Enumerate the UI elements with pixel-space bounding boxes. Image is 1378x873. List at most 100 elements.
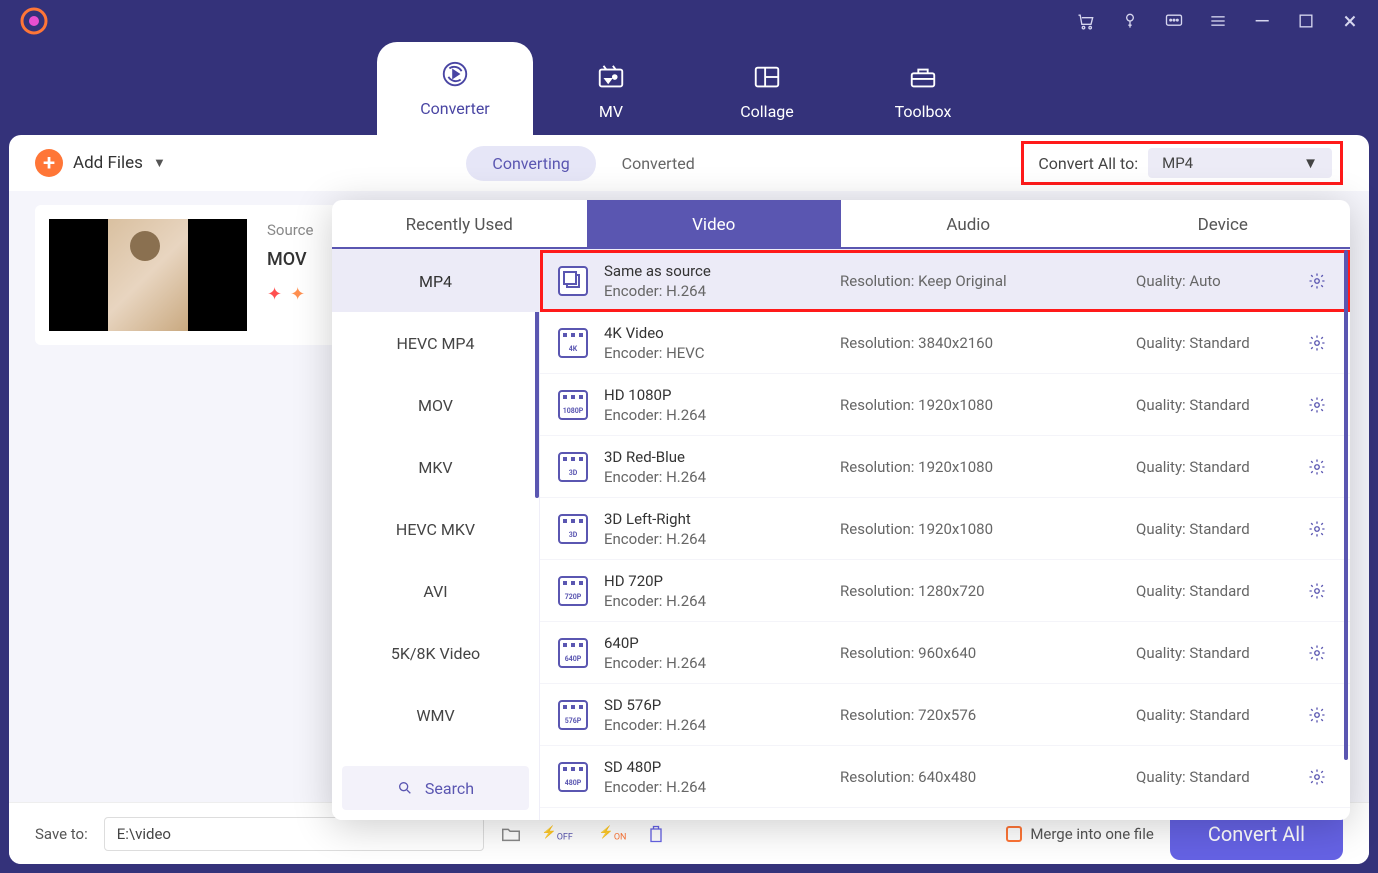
preset-encoder: Encoder: HEVC	[604, 344, 824, 362]
key-icon[interactable]	[1120, 11, 1140, 31]
converting-tab[interactable]: Converting	[466, 146, 595, 181]
preset-encoder: Encoder: H.264	[604, 778, 824, 796]
preset-item[interactable]: 640P640PEncoder: H.264Resolution: 960x64…	[540, 622, 1350, 684]
maximize-button[interactable]	[1296, 11, 1316, 31]
format-search-button[interactable]: Search	[342, 766, 529, 810]
preset-item[interactable]: 3D3D Left-RightEncoder: H.264Resolution:…	[540, 498, 1350, 560]
tab-mv[interactable]: MV	[533, 62, 689, 135]
footer-tools: ⚡OFF ⚡ON	[500, 823, 667, 845]
picker-tab-device[interactable]: Device	[1096, 200, 1351, 249]
preset-icon: 4K	[558, 328, 588, 358]
preset-icon: 1080P	[558, 390, 588, 420]
format-item-avi[interactable]: AVI	[332, 560, 539, 622]
preset-item[interactable]: 720PHD 720PEncoder: H.264Resolution: 128…	[540, 560, 1350, 622]
preset-icon: 720P	[558, 576, 588, 606]
thumbnail-image	[108, 219, 188, 331]
convert-all-value: MP4	[1162, 154, 1193, 172]
preset-title: SD 480P	[604, 758, 824, 776]
folder-icon[interactable]	[500, 823, 522, 845]
gear-icon[interactable]	[1308, 582, 1326, 600]
preset-title: Same as source	[604, 262, 824, 280]
format-item-hevc-mkv[interactable]: HEVC MKV	[332, 498, 539, 560]
preset-quality: Quality: Standard	[1136, 520, 1292, 538]
preset-icon	[558, 266, 588, 296]
gear-icon[interactable]	[1308, 396, 1326, 414]
preset-item[interactable]: 1080PHD 1080PEncoder: H.264Resolution: 1…	[540, 374, 1350, 436]
picker-underline	[332, 247, 1350, 249]
preset-encoder: Encoder: H.264	[604, 282, 824, 300]
preset-name-col: 4K VideoEncoder: HEVC	[604, 324, 824, 362]
format-list: MP4HEVC MP4MOVMKVHEVC MKVAVI5K/8K VideoW…	[332, 250, 540, 820]
picker-tab-video[interactable]: Video	[587, 200, 842, 249]
video-thumbnail[interactable]	[49, 219, 247, 331]
preset-quality: Quality: Standard	[1136, 458, 1292, 476]
format-item-hevc-mp4[interactable]: HEVC MP4	[332, 312, 539, 374]
add-files-button[interactable]: + Add Files ▼	[35, 149, 166, 177]
chevron-down-icon: ▼	[153, 155, 166, 171]
tab-mv-label: MV	[599, 102, 623, 121]
add-files-label: Add Files	[73, 153, 143, 173]
gear-icon[interactable]	[1308, 768, 1326, 786]
preset-encoder: Encoder: H.264	[604, 716, 824, 734]
hw-off-icon[interactable]: ⚡OFF	[536, 823, 579, 844]
preset-name-col: SD 480P Encoder: H.264	[604, 758, 824, 796]
dropdown-arrow-icon: ▼	[1303, 154, 1318, 172]
preset-encoder: Encoder: H.264	[604, 530, 824, 548]
converted-tab[interactable]: Converted	[596, 146, 721, 181]
mv-icon	[596, 62, 626, 92]
format-item-mov[interactable]: MOV	[332, 374, 539, 436]
gear-icon[interactable]	[1308, 706, 1326, 724]
preset-item[interactable]: 480PSD 480PEncoder: H.264Resolution: 640…	[540, 746, 1350, 808]
hw-on-icon[interactable]: ⚡ON	[593, 823, 633, 844]
tab-converter[interactable]: Converter	[377, 42, 533, 135]
save-path-input[interactable]	[104, 817, 484, 851]
gear-icon[interactable]	[1308, 458, 1326, 476]
preset-item[interactable]: 576P SD 576PEncoder: H.264 Resolution: 720…	[540, 684, 1350, 746]
tab-collage[interactable]: Collage	[689, 62, 845, 135]
preset-quality: Quality: Auto	[1136, 272, 1292, 290]
menu-icon[interactable]	[1208, 11, 1228, 31]
task-icon[interactable]	[646, 824, 666, 844]
gear-icon[interactable]	[1308, 272, 1326, 290]
preset-title: HD 1080P	[604, 386, 824, 404]
collage-icon	[752, 62, 782, 92]
preset-scrollbar[interactable]	[1344, 250, 1348, 760]
search-icon	[397, 780, 413, 796]
gear-icon[interactable]	[1308, 644, 1326, 662]
format-item-mp4[interactable]: MP4	[332, 250, 539, 312]
picker-tab-recent[interactable]: Recently Used	[332, 200, 587, 249]
format-item-5k-8k-video[interactable]: 5K/8K Video	[332, 622, 539, 684]
format-item-wmv[interactable]: WMV	[332, 684, 539, 746]
toolbox-icon	[908, 62, 938, 92]
convert-all-dropdown[interactable]: MP4 ▼	[1148, 148, 1332, 178]
gear-icon[interactable]	[1308, 334, 1326, 352]
gear-icon[interactable]	[1308, 520, 1326, 538]
preset-item[interactable]: Same as sourceEncoder: H.264Resolution: …	[540, 250, 1350, 312]
format-item-mkv[interactable]: MKV	[332, 436, 539, 498]
preset-item[interactable]: 4K4K VideoEncoder: HEVCResolution: 3840x…	[540, 312, 1350, 374]
preset-item[interactable]: 3D3D Red-BlueEncoder: H.264Resolution: 1…	[540, 436, 1350, 498]
cart-icon[interactable]	[1076, 11, 1096, 31]
enhance-icon[interactable]: ✦	[267, 284, 282, 305]
preset-title: 640P	[604, 634, 824, 652]
effect-icon[interactable]: ✦	[290, 284, 305, 305]
converter-icon	[440, 59, 470, 89]
preset-name-col: HD 720PEncoder: H.264	[604, 572, 824, 610]
preset-icon: 576P	[558, 700, 588, 730]
preset-encoder: Encoder: H.264	[604, 592, 824, 610]
merge-checkbox[interactable]: Merge into one file	[1006, 825, 1154, 843]
preset-resolution: Resolution: 720x576	[840, 706, 1120, 724]
preset-resolution: Resolution: 1920x1080	[840, 458, 1120, 476]
preset-quality: Quality: Standard	[1136, 334, 1292, 352]
tab-toolbox[interactable]: Toolbox	[845, 62, 1001, 135]
save-to-label: Save to:	[35, 825, 88, 843]
preset-quality: Quality: Standard	[1136, 768, 1292, 786]
convert-all-label: Convert All to:	[1038, 154, 1138, 173]
minimize-button[interactable]: —	[1252, 11, 1272, 31]
picker-body: MP4HEVC MP4MOVMKVHEVC MKVAVI5K/8K VideoW…	[332, 250, 1350, 820]
preset-title: 3D Left-Right	[604, 510, 824, 528]
close-button[interactable]: ×	[1340, 11, 1360, 31]
feedback-icon[interactable]	[1164, 11, 1184, 31]
preset-name-col: SD 576PEncoder: H.264	[604, 696, 824, 734]
picker-tab-audio[interactable]: Audio	[841, 200, 1096, 249]
